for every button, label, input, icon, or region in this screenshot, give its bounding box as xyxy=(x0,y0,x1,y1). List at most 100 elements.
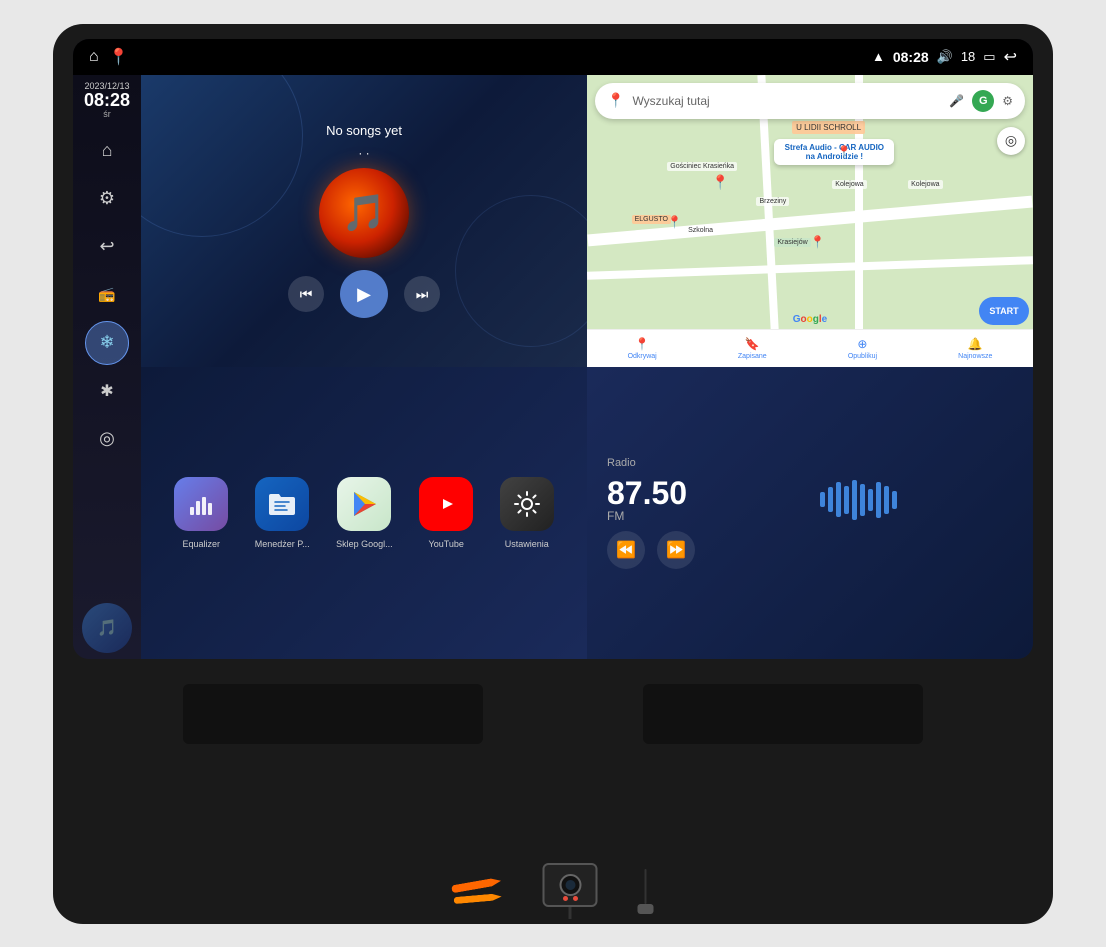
music-prev-btn[interactable]: ⏮ xyxy=(288,276,324,312)
map-road-horizontal2 xyxy=(587,257,1033,281)
map-label-kolejowa2: Kolejowa xyxy=(908,180,942,189)
maps-settings-icon[interactable]: ⚙ xyxy=(1002,94,1013,108)
radio-bar-4 xyxy=(844,486,849,514)
volume-icon: 🔊 xyxy=(937,49,953,65)
music-panel: No songs yet · · 🎵 ⏮ ▶ ⏭ xyxy=(141,75,587,367)
cable-accessory xyxy=(638,869,654,914)
radio-bar-10 xyxy=(892,491,897,509)
map-marker-krasiejow: 📍 xyxy=(810,235,825,249)
map-label-kolejowa1: Kolejowa xyxy=(832,180,866,189)
screen-outer: ⌂ 📍 ▲ 08:28 🔊 18 ▭ ↩ 2023/12/13 xyxy=(73,39,1033,659)
camera-light-2 xyxy=(573,896,578,901)
maps-mic-icon[interactable]: 🎤 xyxy=(949,94,964,108)
maps-status-icon[interactable]: 📍 xyxy=(109,47,129,67)
content-area: No songs yet · · 🎵 ⏮ ▶ ⏭ xyxy=(141,75,1033,659)
map-info-strefa: Strefa Audio - CAR AUDIO na Androidzie ! xyxy=(774,139,894,165)
camera-lights xyxy=(563,896,578,901)
radio-bar-9 xyxy=(884,486,889,514)
music-album-art: 🎵 xyxy=(319,168,409,258)
maps-nav-opublikuj-label: Opublikuj xyxy=(848,353,877,360)
sidebar-settings-btn[interactable]: ⚙ xyxy=(85,177,129,221)
radio-bar-2 xyxy=(828,487,833,512)
app-settings[interactable]: Ustawienia xyxy=(500,477,554,549)
app-files-icon xyxy=(255,477,309,531)
music-no-songs: No songs yet xyxy=(326,123,402,138)
maps-nav-najnowsze[interactable]: 🔔 Najnowsze xyxy=(958,337,992,360)
music-next-btn[interactable]: ⏭ xyxy=(404,276,440,312)
map-marker-strefa: 📍 xyxy=(837,145,852,159)
maps-search-icon: 📍 xyxy=(607,92,624,109)
status-right-icons: ▲ 08:28 🔊 18 ▭ ↩ xyxy=(872,47,1017,67)
mount-slot-left xyxy=(183,684,483,744)
maps-nav-zapisane[interactable]: 🔖 Zapisane xyxy=(738,337,767,360)
maps-nav-odkrywaj-icon: 📍 xyxy=(635,337,650,351)
mount-slot-right xyxy=(643,684,923,744)
battery-level: 18 xyxy=(961,49,975,64)
camera-mount-wire xyxy=(569,907,572,919)
map-marker-elgusto: 📍 xyxy=(667,215,682,229)
radio-prev-btn[interactable]: ⏪ xyxy=(607,531,645,569)
map-compass[interactable]: ◎ xyxy=(997,127,1025,155)
camera-lens-inner xyxy=(565,880,575,890)
camera-accessory xyxy=(543,863,598,919)
app-youtube[interactable]: YouTube xyxy=(419,477,473,549)
sidebar-voice-btn[interactable]: 🎵 xyxy=(82,603,132,653)
radio-frequency: 87.50 FM xyxy=(607,477,687,523)
status-time: 08:28 xyxy=(893,49,929,65)
sidebar-home-btn[interactable]: ⌂ xyxy=(85,129,129,173)
radio-bar-1 xyxy=(820,492,825,507)
radio-bar-6 xyxy=(860,484,865,516)
accessories-row xyxy=(453,863,654,919)
map-label-szkolna: Szkolna xyxy=(685,226,716,235)
pry-tool-1 xyxy=(451,876,502,893)
radio-visualizer xyxy=(703,480,1013,520)
music-controls: ⏮ ▶ ⏭ xyxy=(288,270,440,318)
sidebar-bluetooth-btn[interactable]: ✱ xyxy=(85,369,129,413)
maps-nav-odkrywaj-label: Odkrywaj xyxy=(628,353,657,360)
sidebar-day: śr xyxy=(84,109,130,119)
home-status-icon[interactable]: ⌂ xyxy=(89,48,99,66)
maps-search-bar[interactable]: 📍 Wyszukaj tutaj 🎤 G ⚙ xyxy=(595,83,1025,119)
maps-user-avatar[interactable]: G xyxy=(972,90,994,112)
pry-tools xyxy=(451,876,504,905)
apps-panel: Equalizer Menedżer P... xyxy=(141,367,587,659)
maps-search-placeholder: Wyszukaj tutaj xyxy=(632,94,941,108)
camera-light-1 xyxy=(563,896,568,901)
app-equalizer-label: Equalizer xyxy=(182,539,220,549)
app-files-label: Menedżer P... xyxy=(255,539,310,549)
battery-icon: ▭ xyxy=(983,49,995,65)
radio-freq-number: 87.50 xyxy=(607,477,687,509)
maps-bottom-nav: 📍 Odkrywaj 🔖 Zapisane ⊕ Opublikuj xyxy=(587,329,1033,367)
radio-freq-band: FM xyxy=(607,509,687,523)
maps-nav-opublikuj[interactable]: ⊕ Opublikuj xyxy=(848,337,877,360)
music-dots: · · xyxy=(358,146,369,160)
status-left-icons: ⌂ 📍 xyxy=(89,47,129,67)
radio-bar-7 xyxy=(868,489,873,511)
maps-nav-najnowsze-label: Najnowsze xyxy=(958,353,992,360)
maps-nav-najnowsze-icon: 🔔 xyxy=(968,337,983,351)
app-settings-icon xyxy=(500,477,554,531)
car-mount: ⌂ 📍 ▲ 08:28 🔊 18 ▭ ↩ 2023/12/13 xyxy=(53,24,1053,924)
sidebar-location-btn[interactable]: ◎ xyxy=(85,417,129,461)
sidebar-date: 2023/12/13 xyxy=(84,81,130,91)
music-play-btn[interactable]: ▶ xyxy=(340,270,388,318)
app-play-store[interactable]: Sklep Googl... xyxy=(336,477,393,549)
maps-nav-odkrywaj[interactable]: 📍 Odkrywaj xyxy=(628,337,657,360)
maps-nav-opublikuj-icon: ⊕ xyxy=(857,337,867,351)
radio-next-btn[interactable]: ⏩ xyxy=(657,531,695,569)
app-play-store-icon xyxy=(337,477,391,531)
sidebar-freeze-btn[interactable]: ❄ xyxy=(85,321,129,365)
radio-bar-5 xyxy=(852,480,857,520)
map-start-btn[interactable]: START xyxy=(979,297,1029,325)
app-files[interactable]: Menedżer P... xyxy=(255,477,310,549)
sidebar-back-btn[interactable]: ↩ xyxy=(85,225,129,269)
app-equalizer[interactable]: Equalizer xyxy=(174,477,228,549)
map-label-elgusto: ELGUSTO xyxy=(632,215,671,224)
radio-controls: ⏪ ⏩ xyxy=(607,531,1013,569)
cable-connector xyxy=(638,904,654,914)
sidebar-radio-btn[interactable]: 📻 xyxy=(85,273,129,317)
main-area: 2023/12/13 08:28 śr ⌂ ⚙ ↩ 📻 ❄ ✱ ◎ 🎵 xyxy=(73,75,1033,659)
back-icon[interactable]: ↩ xyxy=(1004,47,1017,67)
wifi-icon: ▲ xyxy=(872,49,885,64)
cable-wire xyxy=(645,869,647,904)
